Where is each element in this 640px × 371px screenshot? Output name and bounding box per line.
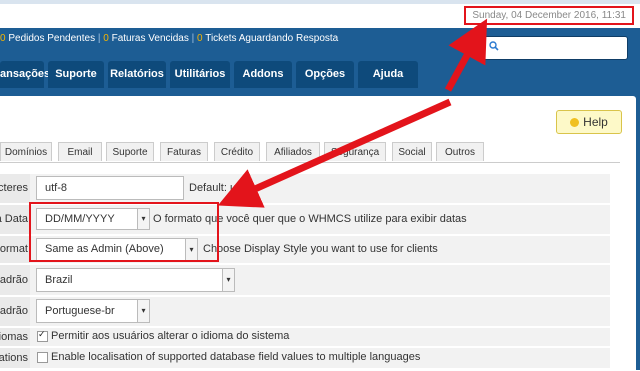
chevron-down-icon: ▾ xyxy=(137,300,149,322)
nav-utilitarios[interactable]: Utilitários xyxy=(170,61,230,88)
overdue-invoices-label[interactable]: Faturas Vencidas xyxy=(112,33,189,44)
language-change-desc: Permitir aos usuários alterar o idioma d… xyxy=(51,330,290,342)
client-date-format-desc: Choose Display Style you want to use for… xyxy=(203,243,438,255)
language-change-label: iomas xyxy=(0,328,30,346)
default-country-select[interactable]: Brazil ▾ xyxy=(36,268,235,292)
nav-opcoes[interactable]: Opções xyxy=(296,61,354,88)
tickets-label[interactable]: Tickets Aguardando Resposta xyxy=(205,33,338,44)
header-bar: 0 Pedidos Pendentes | 0 Faturas Vencidas… xyxy=(0,28,640,88)
localisation-checkbox[interactable] xyxy=(37,352,48,363)
default-language-value: Portuguese-br xyxy=(45,305,115,317)
date-bar: Sunday, 04 December 2016, 11:31 xyxy=(0,4,640,28)
annotation-highlight-box xyxy=(29,202,219,262)
chevron-down-icon: ▾ xyxy=(222,269,234,291)
tab-social[interactable]: Social xyxy=(392,142,432,161)
nav-transacoes[interactable]: ansações xyxy=(0,61,50,88)
default-country-label: adrão xyxy=(0,265,30,295)
search-icon xyxy=(489,41,499,51)
row-default-language: adrão Portuguese-br ▾ xyxy=(0,297,610,328)
charset-label: cteres xyxy=(0,174,30,203)
tab-email[interactable]: Email xyxy=(58,142,102,161)
tickets-count[interactable]: 0 xyxy=(197,33,203,44)
nav-ajuda[interactable]: Ajuda xyxy=(358,61,418,88)
charset-default: Default: utf-8 xyxy=(189,182,252,194)
charset-input[interactable]: utf-8 xyxy=(36,176,184,200)
localisation-desc: Enable localisation of supported databas… xyxy=(51,351,421,363)
current-date: Sunday, 04 December 2016, 11:31 xyxy=(464,6,634,25)
tab-suporte[interactable]: Suporte xyxy=(106,142,154,161)
separator: | xyxy=(191,33,195,44)
tab-outros[interactable]: Outros xyxy=(436,142,484,161)
nav-suporte[interactable]: Suporte xyxy=(48,61,104,88)
tab-credito[interactable]: Crédito xyxy=(214,142,260,161)
lightbulb-icon xyxy=(570,118,580,127)
tab-afiliados[interactable]: Afiliados xyxy=(266,142,320,161)
date-format-label: a Data xyxy=(0,205,30,234)
stats-bar: 0 Pedidos Pendentes | 0 Faturas Vencidas… xyxy=(0,33,338,44)
tab-dominios[interactable]: Domínios xyxy=(0,142,52,161)
row-language-change: iomas Permitir aos usuários alterar o id… xyxy=(0,328,610,348)
row-localisation: ations Enable localisation of supported … xyxy=(0,348,610,370)
pending-orders-label[interactable]: Pedidos Pendentes xyxy=(8,33,95,44)
help-label: Help xyxy=(583,115,608,129)
client-date-format-label: ormat xyxy=(0,236,30,263)
search-input[interactable] xyxy=(482,36,628,60)
language-change-checkbox[interactable] xyxy=(37,329,48,342)
separator: | xyxy=(97,33,101,44)
row-charset: cteres utf-8 Default: utf-8 xyxy=(0,174,610,205)
localisation-label: ations xyxy=(0,348,30,368)
pending-orders-count[interactable]: 0 xyxy=(0,33,6,44)
default-country-value: Brazil xyxy=(45,274,73,286)
nav-relatorios[interactable]: Relatórios xyxy=(108,61,166,88)
default-language-label: adrão xyxy=(0,297,30,326)
tab-seguranca[interactable]: Segurança xyxy=(324,142,386,161)
overdue-invoices-count[interactable]: 0 xyxy=(103,33,109,44)
help-button[interactable]: Help xyxy=(556,110,622,134)
default-language-select[interactable]: Portuguese-br ▾ xyxy=(36,299,150,323)
row-default-country: adrão Brazil ▾ xyxy=(0,265,610,297)
tab-faturas[interactable]: Faturas xyxy=(160,142,208,161)
nav-addons[interactable]: Addons xyxy=(234,61,292,88)
